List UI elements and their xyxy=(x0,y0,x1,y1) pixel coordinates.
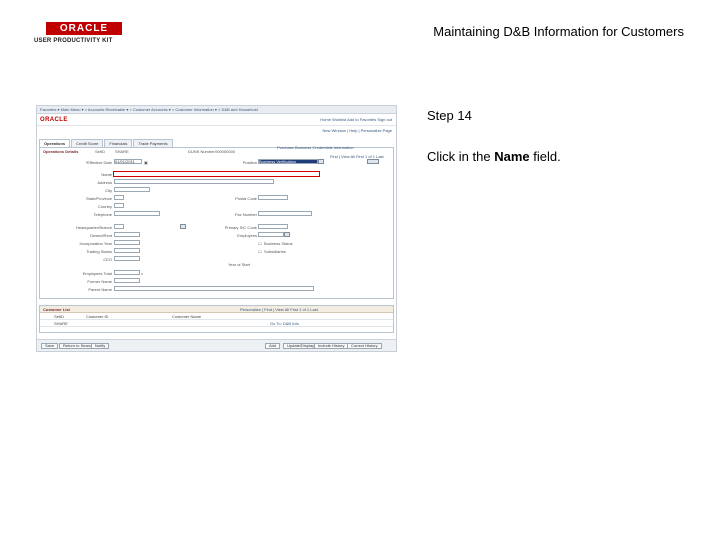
ceo-field[interactable] xyxy=(114,256,140,261)
table-row: SHARE Go To: D&B Info xyxy=(40,320,393,327)
headquarter-branch-label: Headquarter/Branch xyxy=(75,225,112,230)
subsidiaries-checkbox[interactable]: ☐ xyxy=(258,249,262,254)
grid-cell-setid: SHARE xyxy=(54,321,68,326)
operations-panel: Operations Details SetID SHARE DUNS Numb… xyxy=(39,145,394,299)
effective-date-field[interactable]: 01/01/2011 xyxy=(114,159,142,164)
grid-cell-goto[interactable]: Go To: D&B Info xyxy=(270,321,299,326)
add-row-button[interactable] xyxy=(367,159,379,164)
purchase-link[interactable]: Purchase Business Credentials Informatio… xyxy=(277,145,354,150)
trading-status-label: Trading Status xyxy=(86,249,112,254)
grid-nav[interactable]: Personalize | Find | View All First 1 of… xyxy=(240,307,318,312)
duns-number-value: 000000000 xyxy=(215,149,236,154)
position-select[interactable]: Business Verification xyxy=(258,159,318,164)
state-field[interactable] xyxy=(114,195,124,200)
page-toolbar-links[interactable]: New Window | Help | Personalize Page xyxy=(323,128,392,133)
subsidiaries-label: Subsidiaries xyxy=(264,249,286,254)
customer-list-grid: Customer List Personalize | Find | View … xyxy=(39,305,394,333)
former-name-field[interactable] xyxy=(114,278,140,283)
page-tabs: Operations Credit Score Financials Trade Pa… xyxy=(39,139,174,147)
employees-total-field[interactable] xyxy=(114,270,140,275)
section-title: Operations Details xyxy=(43,149,79,154)
step-number: Step 14 xyxy=(427,108,472,123)
trading-status-field[interactable] xyxy=(114,248,140,253)
headquarter-branch-field[interactable] xyxy=(114,224,124,229)
breadcrumb-nav[interactable]: Favorites ▾ Main Menu ▾ > Accounts Recei… xyxy=(37,106,396,114)
calendar-icon[interactable]: ▣ xyxy=(144,160,148,165)
employees-total-label: Employees Total xyxy=(82,271,112,276)
page-toolbar: New Window | Help | Personalize Page xyxy=(37,126,396,135)
grid-header-row: SetID Customer ID Customer Name xyxy=(40,313,393,320)
fax-label: Fax Number xyxy=(234,212,257,217)
employees-dropdown-button[interactable] xyxy=(284,232,290,237)
parent-name-field[interactable] xyxy=(114,286,314,291)
grid-title-bar: Customer List Personalize | Find | View … xyxy=(40,306,393,313)
add-button[interactable]: Add xyxy=(265,343,281,349)
tab-trade-payments[interactable]: Trade Payments xyxy=(133,139,173,147)
instruction-prefix: Click in the xyxy=(427,149,495,164)
upk-logo-subtitle: USER PRODUCTIVITY KIT xyxy=(34,38,113,44)
ceo-label: CEO xyxy=(103,257,112,262)
app-brand-logo: ORACLE xyxy=(40,117,68,123)
year-of-start-label: Year of Start xyxy=(228,262,251,267)
position-dropdown-button[interactable] xyxy=(318,159,324,164)
app-header: ORACLE Home Worklist Add to Favorites Si… xyxy=(37,114,396,126)
tab-financials[interactable]: Financials xyxy=(104,139,133,147)
oracle-upk-logo: ORACLE USER PRODUCTIVITY KIT xyxy=(34,22,126,48)
grid-title: Customer List xyxy=(43,307,70,312)
incorporation-year-field[interactable] xyxy=(114,240,140,245)
grid-col-customer-name: Customer Name xyxy=(172,314,202,319)
business-status-checkbox[interactable]: ☐ xyxy=(258,241,262,246)
country-field[interactable] xyxy=(114,203,124,208)
primary-sic-label: Primary SIC Code xyxy=(224,225,257,230)
grid-col-setid: SetID xyxy=(54,314,65,319)
save-button[interactable]: Save xyxy=(41,343,59,349)
update-display-button[interactable]: Update/Display xyxy=(283,343,319,349)
setid-value: SHARE xyxy=(115,149,129,154)
correct-history-button[interactable]: Correct History xyxy=(347,343,382,349)
grid-col-customer-id: Customer ID xyxy=(86,314,109,319)
lookup-icon[interactable]: ⌕ xyxy=(141,271,143,276)
tab-credit-score[interactable]: Credit Score xyxy=(71,139,104,147)
effective-date-label: *Effective Date xyxy=(85,160,112,165)
postal-code-field[interactable] xyxy=(258,195,288,200)
employees-label: Employees xyxy=(237,233,257,238)
employees-field[interactable] xyxy=(258,232,284,237)
name-field[interactable] xyxy=(113,171,320,177)
telephone-label: Telephone xyxy=(93,212,112,217)
telephone-field[interactable] xyxy=(114,211,160,216)
incorporation-year-label: Incorporation Year xyxy=(79,241,112,246)
position-label: Position xyxy=(242,160,257,165)
former-name-label: Former Name xyxy=(87,279,112,284)
city-label: City xyxy=(105,188,112,193)
duns-number-label: DUNS Number xyxy=(188,149,215,154)
owned-rent-label: Owned/Rent xyxy=(89,233,112,238)
instruction-field-name: Name xyxy=(494,149,530,164)
name-label: Name xyxy=(101,172,112,177)
tab-operations[interactable]: Operations xyxy=(39,139,71,147)
instruction-suffix: field. xyxy=(529,149,561,164)
app-screenshot: Favorites ▾ Main Menu ▾ > Accounts Recei… xyxy=(36,105,397,352)
primary-sic-field[interactable] xyxy=(258,224,288,229)
app-top-links[interactable]: Home Worklist Add to Favorites Sign out xyxy=(320,117,392,122)
slide-title: Maintaining D&B Information for Customer… xyxy=(433,24,684,39)
city-field[interactable] xyxy=(114,187,150,192)
country-label: Country xyxy=(97,204,112,209)
address-label: Address xyxy=(97,180,112,185)
setid-label: SetID xyxy=(95,149,106,154)
business-status-label: Business Status xyxy=(264,241,293,246)
parent-name-label: Parent Name xyxy=(88,287,112,292)
notify-button[interactable]: Notify xyxy=(91,343,110,349)
postal-code-label: Postal Code xyxy=(235,196,257,201)
oracle-logo: ORACLE xyxy=(46,22,122,35)
headquarter-dropdown-button[interactable] xyxy=(180,224,186,229)
address-field[interactable] xyxy=(114,179,274,184)
include-history-button[interactable]: Include History xyxy=(314,343,349,349)
step-instruction: Click in the Name field. xyxy=(427,149,561,164)
owned-rent-field[interactable] xyxy=(114,232,140,237)
state-label: State/Province xyxy=(85,196,112,201)
fax-field[interactable] xyxy=(258,211,312,216)
bottom-toolbar: Save Return to Search Notify Add Update/… xyxy=(37,339,396,351)
